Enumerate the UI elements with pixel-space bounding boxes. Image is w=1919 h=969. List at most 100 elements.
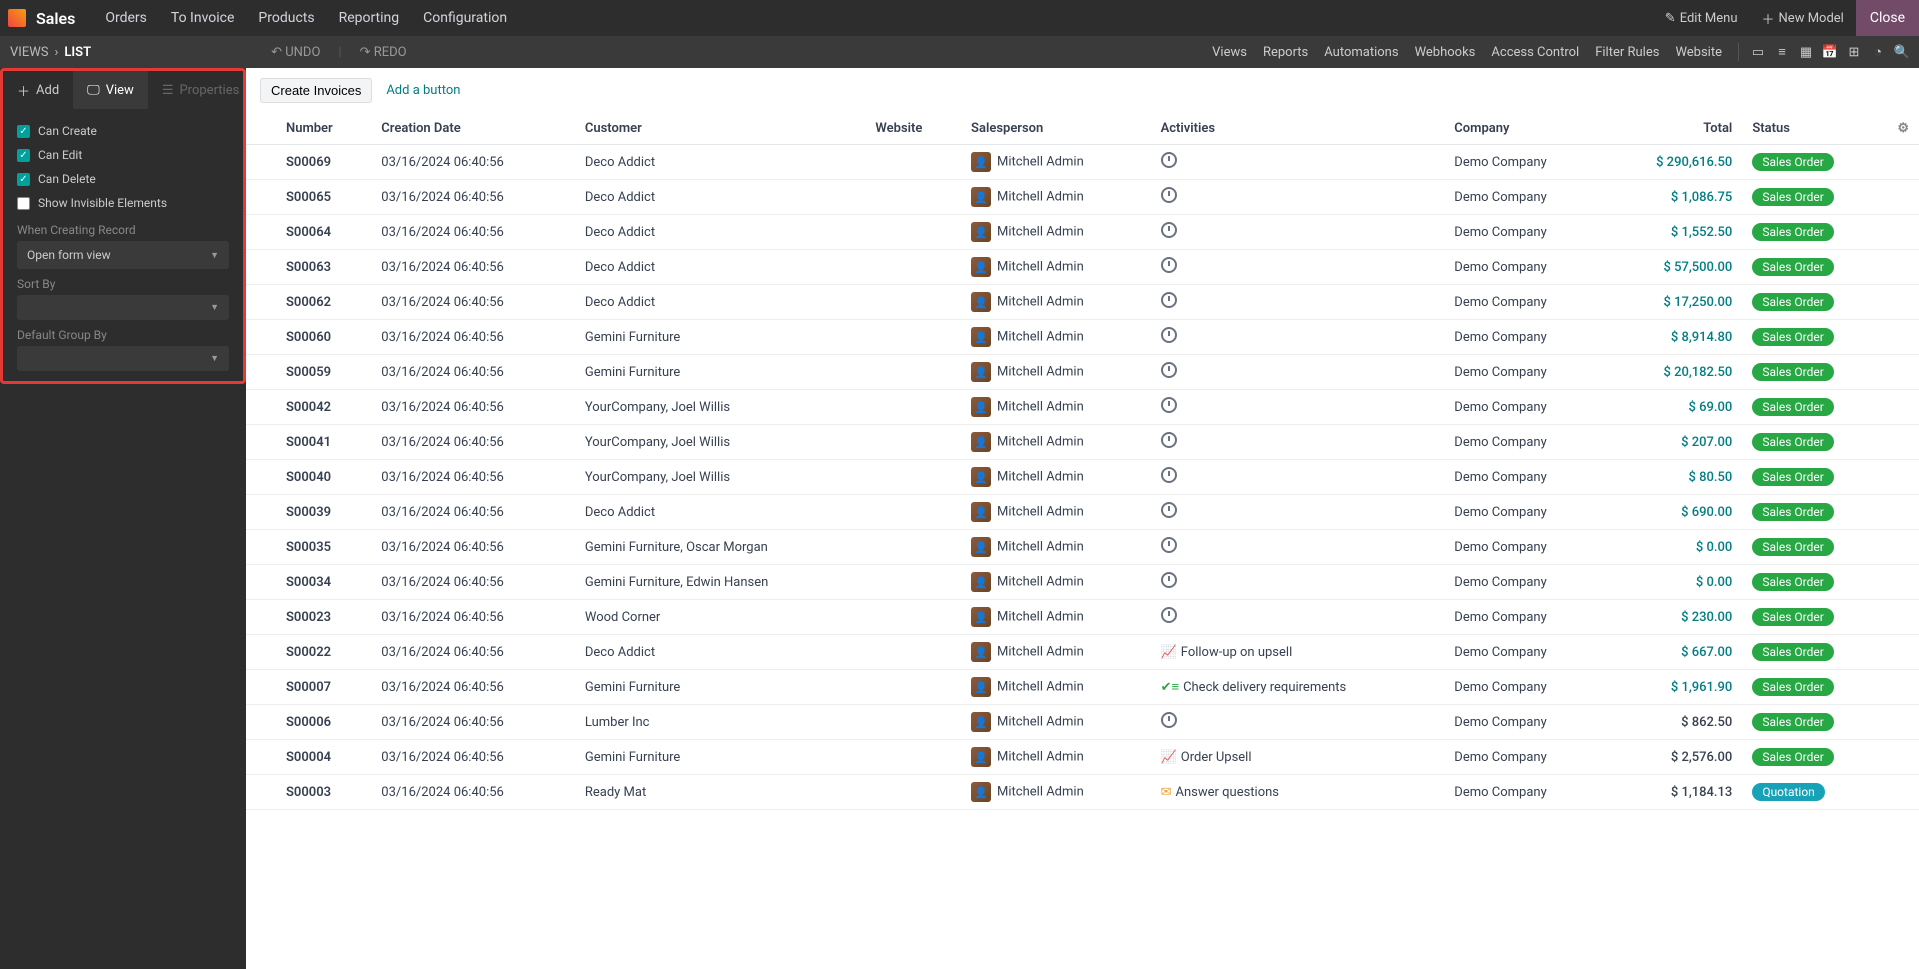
cell-date: 03/16/2024 06:40:56 <box>371 250 575 285</box>
col-website[interactable]: Website <box>865 113 961 145</box>
table-row[interactable]: S0002303/16/2024 06:40:56Wood CornerMitc… <box>246 600 1919 635</box>
table-row[interactable]: S0002203/16/2024 06:40:56Deco AddictMitc… <box>246 635 1919 670</box>
clock-icon[interactable] <box>1161 327 1177 343</box>
status-badge: Sales Order <box>1752 398 1834 416</box>
group-by-dropdown[interactable]: ▼ <box>17 346 229 371</box>
table-row[interactable]: S0005903/16/2024 06:40:56Gemini Furnitur… <box>246 355 1919 390</box>
clock-icon[interactable] <box>1161 362 1177 378</box>
clock-icon[interactable] <box>1161 712 1177 728</box>
view-form-icon[interactable]: ▭ <box>1749 43 1767 61</box>
activity-text[interactable]: Order Upsell <box>1181 750 1252 765</box>
clock-icon[interactable] <box>1161 397 1177 413</box>
nav-item-products[interactable]: Products <box>246 10 326 26</box>
clock-icon[interactable] <box>1161 222 1177 238</box>
clock-icon[interactable] <box>1161 607 1177 623</box>
table-row[interactable]: S0006003/16/2024 06:40:56Gemini Furnitur… <box>246 320 1919 355</box>
can-delete-checkbox[interactable]: ✓ <box>17 173 30 186</box>
table-row[interactable]: S0006503/16/2024 06:40:56Deco AddictMitc… <box>246 180 1919 215</box>
undo-button[interactable]: ↶ UNDO <box>271 45 320 60</box>
cell-customer: Ready Mat <box>575 775 866 810</box>
col-activities[interactable]: Activities <box>1151 113 1445 145</box>
subnav-link-access-control[interactable]: Access Control <box>1491 45 1579 60</box>
clock-icon[interactable] <box>1161 432 1177 448</box>
sidebar-tab-properties[interactable]: ☰Properties <box>148 71 253 109</box>
activity-text[interactable]: Follow-up on upsell <box>1181 645 1292 660</box>
show-invisible-checkbox[interactable] <box>17 197 30 210</box>
table-row[interactable]: S0006303/16/2024 06:40:56Deco AddictMitc… <box>246 250 1919 285</box>
breadcrumb-views[interactable]: VIEWS <box>10 45 48 60</box>
subnav-link-filter-rules[interactable]: Filter Rules <box>1595 45 1659 60</box>
table-row[interactable]: S0003403/16/2024 06:40:56Gemini Furnitur… <box>246 565 1919 600</box>
table-row[interactable]: S0006903/16/2024 06:40:56Deco AddictMitc… <box>246 145 1919 180</box>
table-row[interactable]: S0004003/16/2024 06:40:56YourCompany, Jo… <box>246 460 1919 495</box>
can-edit-checkbox[interactable]: ✓ <box>17 149 30 162</box>
col-total[interactable]: Total <box>1605 113 1742 145</box>
activity-text[interactable]: Check delivery requirements <box>1183 680 1346 695</box>
nav-item-to-invoice[interactable]: To Invoice <box>159 10 247 26</box>
clock-icon[interactable] <box>1161 537 1177 553</box>
col-number[interactable]: Number <box>276 113 371 145</box>
redo-button[interactable]: ↷ REDO <box>360 45 407 60</box>
table-row[interactable]: S0000603/16/2024 06:40:56Lumber IncMitch… <box>246 705 1919 740</box>
view-kanban-icon[interactable]: ▦ <box>1797 43 1815 61</box>
table-row[interactable]: S0000403/16/2024 06:40:56Gemini Furnitur… <box>246 740 1919 775</box>
subnav-link-automations[interactable]: Automations <box>1324 45 1398 60</box>
table-row[interactable]: S0006203/16/2024 06:40:56Deco AddictMitc… <box>246 285 1919 320</box>
clock-icon[interactable] <box>1161 502 1177 518</box>
table-row[interactable]: S0006403/16/2024 06:40:56Deco AddictMitc… <box>246 215 1919 250</box>
breadcrumb-list[interactable]: LIST <box>64 45 91 60</box>
subnav-link-views[interactable]: Views <box>1212 45 1247 60</box>
app-icon[interactable] <box>8 9 26 27</box>
nav-item-orders[interactable]: Orders <box>93 10 159 26</box>
status-badge: Quotation <box>1752 783 1824 801</box>
edit-menu-button[interactable]: ✎Edit Menu <box>1653 0 1750 36</box>
cell-number: S00003 <box>276 775 371 810</box>
cell-status: Quotation <box>1742 775 1887 810</box>
can-delete-label: Can Delete <box>38 172 96 186</box>
clock-icon[interactable] <box>1161 572 1177 588</box>
column-settings-icon[interactable]: ⚙ <box>1897 121 1909 136</box>
close-button[interactable]: Close <box>1856 0 1919 36</box>
view-graph-icon[interactable]: ◔ <box>1869 43 1887 61</box>
col-company[interactable]: Company <box>1444 113 1605 145</box>
view-list-icon[interactable]: ≡ <box>1773 43 1791 61</box>
sort-by-dropdown[interactable]: ▼ <box>17 295 229 320</box>
sidebar-tab-add[interactable]: ＋Add <box>3 71 73 109</box>
table-row[interactable]: S0000303/16/2024 06:40:56Ready MatMitche… <box>246 775 1919 810</box>
search-icon[interactable]: 🔍 <box>1893 43 1911 61</box>
subnav-link-reports[interactable]: Reports <box>1263 45 1308 60</box>
view-pivot-icon[interactable]: ⊞ <box>1845 43 1863 61</box>
col-creation-date[interactable]: Creation Date <box>371 113 575 145</box>
add-button-link[interactable]: Add a button <box>386 83 460 98</box>
col-customer[interactable]: Customer <box>575 113 866 145</box>
nav-item-configuration[interactable]: Configuration <box>411 10 519 26</box>
cell-customer: YourCompany, Joel Willis <box>575 425 866 460</box>
subnav-link-website[interactable]: Website <box>1675 45 1722 60</box>
view-calendar-icon[interactable]: 📅 <box>1821 43 1839 61</box>
create-invoices-button[interactable]: Create Invoices <box>260 78 372 103</box>
clock-icon[interactable] <box>1161 467 1177 483</box>
when-creating-dropdown[interactable]: Open form view▼ <box>17 241 229 269</box>
sidebar-tab-view[interactable]: 🖵View <box>73 71 148 109</box>
clock-icon[interactable] <box>1161 187 1177 203</box>
can-create-label: Can Create <box>38 124 97 138</box>
col-salesperson[interactable]: Salesperson <box>961 113 1151 145</box>
clock-icon[interactable] <box>1161 257 1177 273</box>
can-create-checkbox[interactable]: ✓ <box>17 125 30 138</box>
subnav-link-webhooks[interactable]: Webhooks <box>1415 45 1476 60</box>
nav-item-reporting[interactable]: Reporting <box>327 10 412 26</box>
table-row[interactable]: S0000703/16/2024 06:40:56Gemini Furnitur… <box>246 670 1919 705</box>
new-model-button[interactable]: ＋New Model <box>1750 0 1856 36</box>
table-row[interactable]: S0003903/16/2024 06:40:56Deco AddictMitc… <box>246 495 1919 530</box>
clock-icon[interactable] <box>1161 292 1177 308</box>
cell-status: Sales Order <box>1742 180 1887 215</box>
table-row[interactable]: S0004203/16/2024 06:40:56YourCompany, Jo… <box>246 390 1919 425</box>
col-status[interactable]: Status <box>1742 113 1887 145</box>
app-name[interactable]: Sales <box>36 9 75 28</box>
table-row[interactable]: S0004103/16/2024 06:40:56YourCompany, Jo… <box>246 425 1919 460</box>
table-row[interactable]: S0003503/16/2024 06:40:56Gemini Furnitur… <box>246 530 1919 565</box>
cell-company: Demo Company <box>1444 355 1605 390</box>
activity-text[interactable]: Answer questions <box>1175 785 1279 800</box>
clock-icon[interactable] <box>1161 152 1177 168</box>
cell-total: $ 2,576.00 <box>1605 740 1742 775</box>
